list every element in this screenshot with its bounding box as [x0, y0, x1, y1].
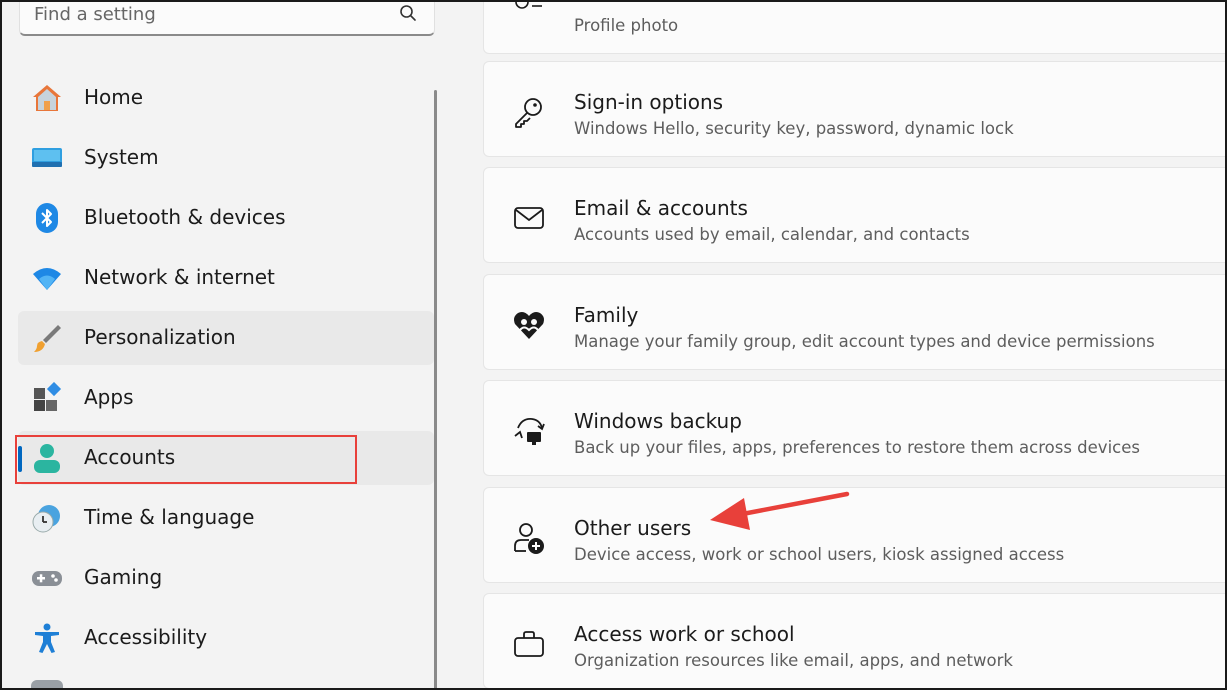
card-title: Access work or school	[574, 622, 795, 646]
bluetooth-icon	[31, 202, 63, 234]
search-box[interactable]	[19, 2, 435, 36]
sidebar-item-accessibility[interactable]: Accessibility	[18, 611, 434, 665]
sidebar-item-bluetooth[interactable]: Bluetooth & devices	[18, 191, 434, 245]
briefcase-icon	[514, 631, 544, 657]
sidebar-item-system[interactable]: System	[18, 131, 434, 185]
sidebar-item-gaming[interactable]: Gaming	[18, 551, 434, 605]
sidebar-item-label: Gaming	[84, 565, 163, 589]
card-subtitle: Windows Hello, security key, password, d…	[574, 119, 1014, 138]
sidebar-item-label: Time & language	[84, 505, 255, 529]
card-title: Windows backup	[574, 409, 742, 433]
search-icon[interactable]	[398, 3, 418, 23]
card-title: Sign-in options	[574, 90, 724, 114]
card-access-work-school[interactable]: Access work or school Organization resou…	[483, 593, 1225, 688]
card-subtitle: Manage your family group, edit account t…	[574, 332, 1155, 351]
gamepad-icon	[31, 562, 63, 594]
card-profile-photo[interactable]: Profile photo	[483, 2, 1225, 54]
sidebar-item-personalization[interactable]: Personalization	[18, 311, 434, 365]
card-family[interactable]: Family Manage your family group, edit ac…	[483, 274, 1225, 370]
home-icon	[31, 82, 63, 114]
card-subtitle: Back up your files, apps, preferences to…	[574, 438, 1140, 457]
mail-icon	[514, 207, 544, 229]
wifi-icon	[31, 262, 63, 294]
profile-photo-icon	[515, 2, 542, 9]
card-subtitle: Organization resources like email, apps,…	[574, 651, 1013, 670]
sidebar-item-label: Personalization	[84, 325, 236, 349]
selection-indicator	[18, 446, 22, 472]
card-title: Family	[574, 303, 639, 327]
sidebar-item-accounts[interactable]: Accounts	[18, 431, 434, 485]
card-windows-backup[interactable]: Windows backup Back up your files, apps,…	[483, 380, 1225, 476]
card-subtitle: Profile photo	[574, 16, 679, 35]
main-content: Profile photo Sign-in options Windows He…	[442, 2, 1225, 688]
sidebar-item-label: Network & internet	[84, 265, 275, 289]
accessibility-icon	[31, 622, 63, 654]
paintbrush-icon	[31, 322, 63, 354]
sidebar-item-label: Bluetooth & devices	[84, 205, 286, 229]
sidebar-scrollbar[interactable]	[434, 90, 437, 688]
sidebar-item-apps[interactable]: Apps	[18, 371, 434, 425]
settings-window: Home System Bluetooth & devices	[0, 0, 1227, 690]
card-subtitle: Device access, work or school users, kio…	[574, 545, 1065, 564]
sidebar-item-label: Accessibility	[84, 625, 208, 649]
family-heart-icon	[514, 312, 544, 339]
search-input[interactable]	[34, 2, 374, 27]
card-sign-in-options[interactable]: Sign-in options Windows Hello, security …	[483, 61, 1225, 157]
annotation-arrow	[710, 491, 850, 530]
system-icon	[31, 142, 63, 174]
apps-icon	[31, 382, 63, 414]
clock-globe-icon	[31, 502, 63, 534]
sidebar-item-home[interactable]: Home	[18, 71, 434, 125]
card-title: Other users	[574, 516, 692, 540]
sidebar-item-label: Home	[84, 85, 144, 109]
sidebar-item-label: System	[84, 145, 159, 169]
accounts-icon	[31, 442, 63, 474]
card-email-accounts[interactable]: Email & accounts Accounts used by email,…	[483, 167, 1225, 263]
key-icon	[515, 98, 542, 128]
card-title: Email & accounts	[574, 196, 748, 220]
card-subtitle: Accounts used by email, calendar, and co…	[574, 225, 970, 244]
sidebar-item-network[interactable]: Network & internet	[18, 251, 434, 305]
sidebar: Home System Bluetooth & devices	[2, 2, 442, 688]
sidebar-item-time-language[interactable]: Time & language	[18, 491, 434, 545]
privacy-icon	[31, 680, 63, 688]
sidebar-item-label: Accounts	[84, 445, 176, 469]
add-user-icon	[514, 523, 544, 554]
sidebar-item-label: Apps	[84, 385, 134, 409]
backup-icon	[514, 418, 545, 445]
